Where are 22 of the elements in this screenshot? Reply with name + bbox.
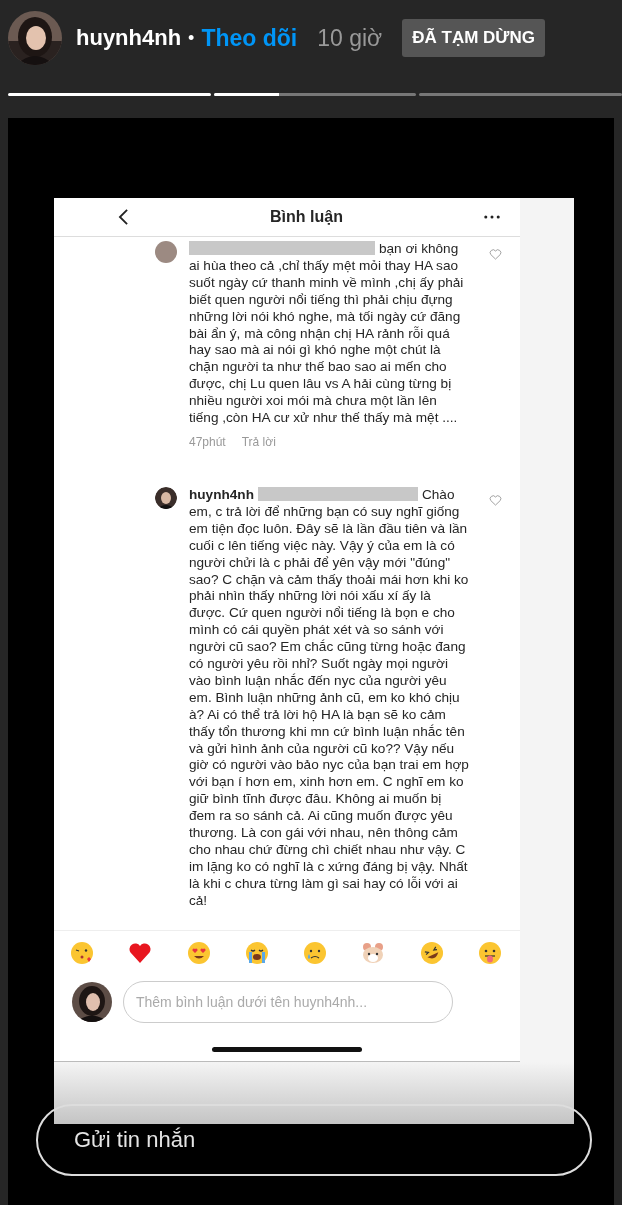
comment-input-field[interactable]: Thêm bình luận dưới tên huynh4nh...	[123, 980, 453, 1023]
paused-badge: ĐÃ TẠM DỪNG	[402, 19, 545, 57]
reply-link[interactable]: Trả lời	[241, 434, 276, 449]
story-time: 10 giờ	[317, 24, 383, 52]
heart-eyes-face-icon[interactable]	[186, 940, 211, 965]
kissing-face-icon[interactable]	[70, 940, 94, 965]
comment-text: huynh4nh Chào em, c trả lời để những bạn có suy nghĩ giống em tiện đọc luôn. Đây sẽ là lần đầu tiên và lần cuối c lên tiếng việc này. Vậy ý của em là có người chửi là c phải để yên vậy mới "đúng" sao? C chặn và cảm thấy thoải mái hơn khi ko phải nhìn thấy những lời nói xấu xí ấy là được. Cứ quen người nổi tiếng là bọn e cho mình có cái quyền phát xét và so sánh với người cũ sao? Em chắc cũng từng hoặc đang có người yêu rồi nhỉ? Suốt ngày mọi người vào bình luận nhắc đến nyc của người yêu em. Bình luận những ảnh cũ, em ko khó chịu à? Ai có thể trả lời hộ HA là bạn sẽ ko cảm thấy tổn thương khi mn cứ bình luận nhắc tên và gửi hình ảnh của người cũ ko?? Vậy nếu giờ có người vào bảo nyc của bạn trai em hợp với bạn í hơn em, xinh hơn em. C nghĩ em ko giữ bình tĩnh được đâu. Không ai muốn bị đem ra so sánh cả. Ai cũng muốn được yêu thương. Là con gái với nhau, nên thông cảm cho nhau chứ đừng chì chiết nhau như vậy. C im lặng ko có nghĩ là c xứng đáng bị vậy. Nhất là khi c chưa từng làm gì sai hay có lỗi với ai cả!	[189, 486, 469, 910]
username[interactable]: huynh4nh	[76, 25, 182, 51]
back-icon[interactable]	[118, 208, 129, 226]
comment-text: bạn ơi không ai hùa theo cả ,chỉ thấy mệt mỏi thay HA sao suốt ngày cứ thanh minh về mình ,chị ấy phải biết quen người nổi tiếng thì phải chịu đựng những lời nói khó nghe, mà tối ngày cứ đăng bài ẩn ý, mà công nhận chị HA rảnh rỗi quá hay sao mà ai nói gì khó nghe một chút là chặn người ta như thế bao sao ai mến cho được, chị Lu quen lâu vs A hải cùng từng bị nhiều người xoi mói mà chưa một lần lên tiếng ,còn HA cư xử như thế thấy mà mệt ....	[189, 241, 465, 427]
tongue-face-icon[interactable]	[477, 940, 502, 965]
heart-icon[interactable]	[128, 940, 153, 965]
separator-dot: •	[188, 27, 195, 49]
comment-time: 47phút	[189, 434, 226, 449]
laughing-face-icon[interactable]	[419, 940, 444, 965]
more-icon[interactable]	[484, 215, 500, 219]
message-input-field[interactable]: Gửi tin nhắn	[36, 1104, 592, 1176]
screen-title: Bình luận	[270, 208, 343, 226]
avatar[interactable]	[155, 241, 177, 263]
follow-link[interactable]: Theo dõi	[201, 24, 298, 52]
crying-face-icon[interactable]	[244, 940, 269, 965]
sad-tear-face-icon[interactable]	[303, 940, 328, 965]
